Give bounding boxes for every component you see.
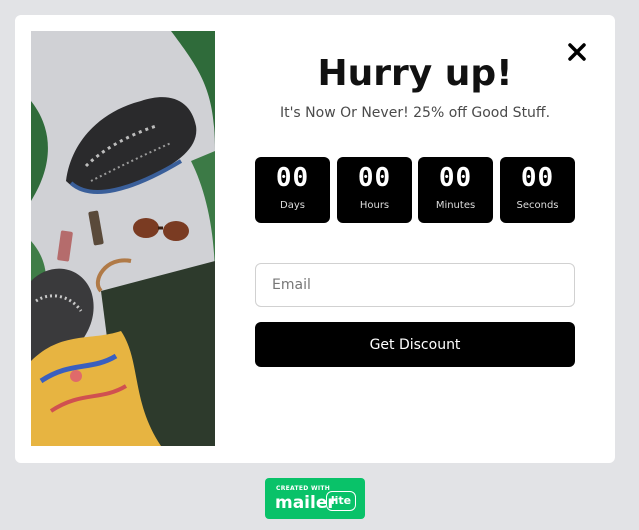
countdown-minutes: 00 Minutes xyxy=(418,157,493,223)
badge-lite: lite xyxy=(326,491,356,511)
countdown-minutes-value: 00 xyxy=(438,163,473,193)
countdown-hours-label: Hours xyxy=(359,200,390,211)
countdown-hours-value: 00 xyxy=(357,163,392,193)
countdown-minutes-label: Minutes xyxy=(435,200,476,211)
countdown-days-value: 00 xyxy=(275,163,310,193)
countdown-seconds-label: Seconds xyxy=(516,200,559,211)
countdown-timer: 00 Days 00 Hours 00 Minutes 00 Seconds xyxy=(255,157,575,223)
popup-subtitle: It's Now Or Never! 25% off Good Stuff. xyxy=(279,105,551,121)
countdown-days: 00 Days xyxy=(255,157,330,223)
email-field[interactable] xyxy=(255,263,575,307)
badge-created-with: CREATED WITH xyxy=(276,485,331,492)
mailerlite-badge[interactable]: CREATED WITH mailer lite xyxy=(265,478,365,519)
popup-modal: Hurry up! It's Now Or Never! 25% off Goo… xyxy=(15,15,615,463)
popup-title: Hurry up! xyxy=(317,53,513,94)
countdown-seconds-value: 00 xyxy=(520,163,555,193)
countdown-days-label: Days xyxy=(280,200,305,211)
countdown-hours: 00 Hours xyxy=(337,157,412,223)
countdown-seconds: 00 Seconds xyxy=(500,157,575,223)
product-photo xyxy=(31,31,215,446)
get-discount-button[interactable]: Get Discount xyxy=(255,322,575,367)
